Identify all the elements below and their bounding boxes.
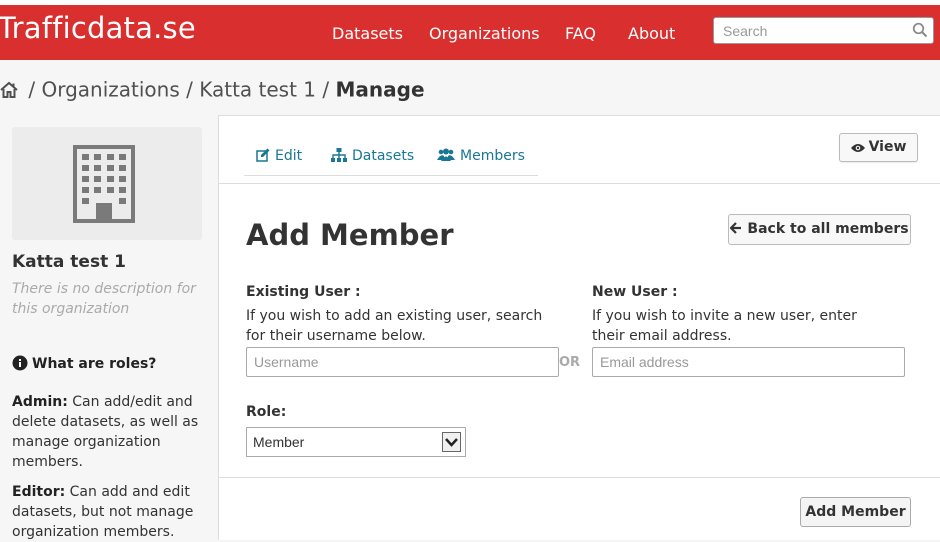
new-user-label: New User : [592,284,678,300]
search-icon[interactable] [912,22,928,38]
roles-heading: What are roles? [12,355,156,372]
tab-members-label: Members [460,148,525,164]
role-admin-name: Admin: [12,394,68,410]
page-title: Add Member [246,218,454,252]
site-logo[interactable]: Trafficdata.se [0,11,196,45]
eye-icon [850,144,865,152]
back-to-members-button[interactable]: Back to all members [728,214,911,245]
form-footer-divider [219,477,940,478]
org-description: There is no description for this organiz… [12,281,196,317]
tab-datasets-label: Datasets [352,148,415,164]
tabs-divider [219,183,940,184]
back-button-label: Back to all members [747,221,909,237]
info-icon [12,355,28,371]
chevron-down-icon[interactable] [442,432,461,452]
breadcrumb-org[interactable]: Katta test 1 [199,78,316,102]
breadcrumb-sep: / [322,77,330,102]
role-admin: Admin: Can add/edit and delete datasets,… [12,392,202,472]
nav-organizations[interactable]: Organizations [429,24,540,43]
users-icon [437,148,455,161]
email-input[interactable] [592,347,905,377]
org-image [12,127,202,240]
nav-datasets[interactable]: Datasets [332,24,403,43]
username-input[interactable] [246,347,559,377]
search-input[interactable] [714,18,904,43]
role-editor: Editor: Can add and edit datasets, but n… [12,482,202,542]
add-member-button[interactable]: Add Member [800,497,911,527]
existing-user-label: Existing User : [246,284,361,300]
role-select-value: Member [253,434,305,450]
breadcrumb-organizations[interactable]: Organizations [41,78,179,102]
view-button-label: View [868,139,907,155]
main-panel: Edit Datasets Members View Add Member Ba… [218,115,940,540]
sidebar: Katta test 1 There is no description for… [0,115,218,540]
manage-tabs: Edit Datasets Members [244,116,538,176]
arrow-left-icon [729,222,742,234]
tab-edit[interactable]: Edit [256,148,302,164]
edit-icon [256,148,270,162]
or-separator: OR [559,355,581,370]
view-button[interactable]: View [839,133,918,162]
search-box [713,17,934,44]
tab-members[interactable]: Members [437,148,525,164]
role-select[interactable]: Member [246,427,466,457]
sitemap-icon [331,148,347,162]
breadcrumb: / Organizations / Katta test 1 / Manage [0,76,425,102]
breadcrumb-sep: / [186,77,193,102]
tab-edit-label: Edit [275,148,303,164]
nav-about[interactable]: About [628,24,675,43]
tab-datasets[interactable]: Datasets [331,148,414,164]
site-header: Trafficdata.se Datasets Organizations FA… [0,5,940,60]
new-user-help: If you wish to invite a new user, enter … [592,308,857,344]
building-icon [73,145,135,223]
existing-user-help: If you wish to add an existing user, sea… [246,308,543,344]
breadcrumb-current: Manage [335,77,425,102]
breadcrumb-sep: / [28,77,36,102]
role-editor-name: Editor: [12,484,66,500]
home-icon[interactable] [0,81,18,99]
org-name: Katta test 1 [12,252,126,272]
role-label: Role: [246,404,287,420]
nav-faq[interactable]: FAQ [565,24,596,43]
roles-heading-text: What are roles? [32,356,157,372]
